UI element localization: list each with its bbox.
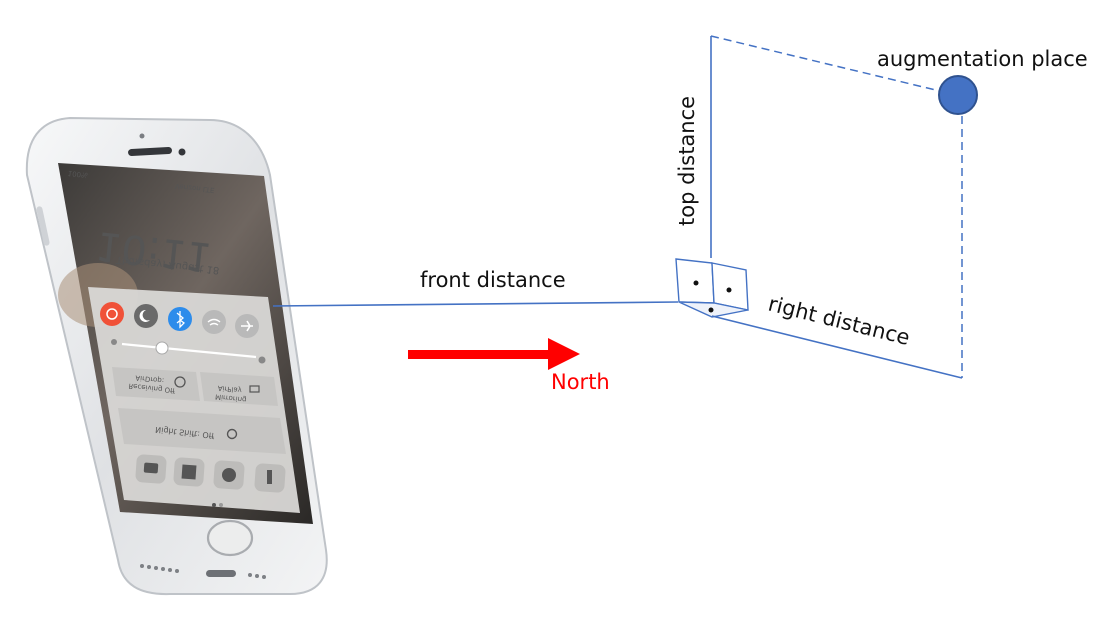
wifi-icon[interactable]: [202, 310, 226, 334]
rotation-lock-icon[interactable]: [100, 302, 124, 326]
front-distance-label: front distance: [420, 268, 566, 292]
ar-positioning-diagram: 10:11 Thursday, August 18 Verizon LTE 10…: [25, 35, 1088, 596]
sun-small-icon: [111, 339, 117, 345]
cube-dot: [693, 280, 699, 286]
right-distance-label: right distance: [766, 292, 913, 350]
north-label: North: [551, 370, 610, 394]
cube-dot: [708, 307, 714, 313]
augmentation-place-label: augmentation place: [877, 47, 1088, 71]
sensor-dot: [139, 133, 145, 139]
page-dot: [212, 503, 216, 507]
front-distance-line: [272, 301, 679, 307]
top-distance-label: top distance: [675, 96, 699, 226]
home-button[interactable]: [206, 519, 254, 557]
do-not-disturb-icon[interactable]: [134, 304, 158, 328]
smartphone: 10:11 Thursday, August 18 Verizon LTE 10…: [25, 116, 328, 596]
augmentation-place-marker: [938, 75, 978, 115]
lightning-port: [206, 570, 236, 577]
sun-large-icon: [258, 356, 266, 364]
front-camera-icon: [178, 148, 186, 156]
page-dot: [219, 503, 223, 507]
cube-dot: [726, 287, 732, 293]
brightness-slider-thumb[interactable]: [155, 341, 169, 355]
north-arrow: [408, 338, 580, 370]
